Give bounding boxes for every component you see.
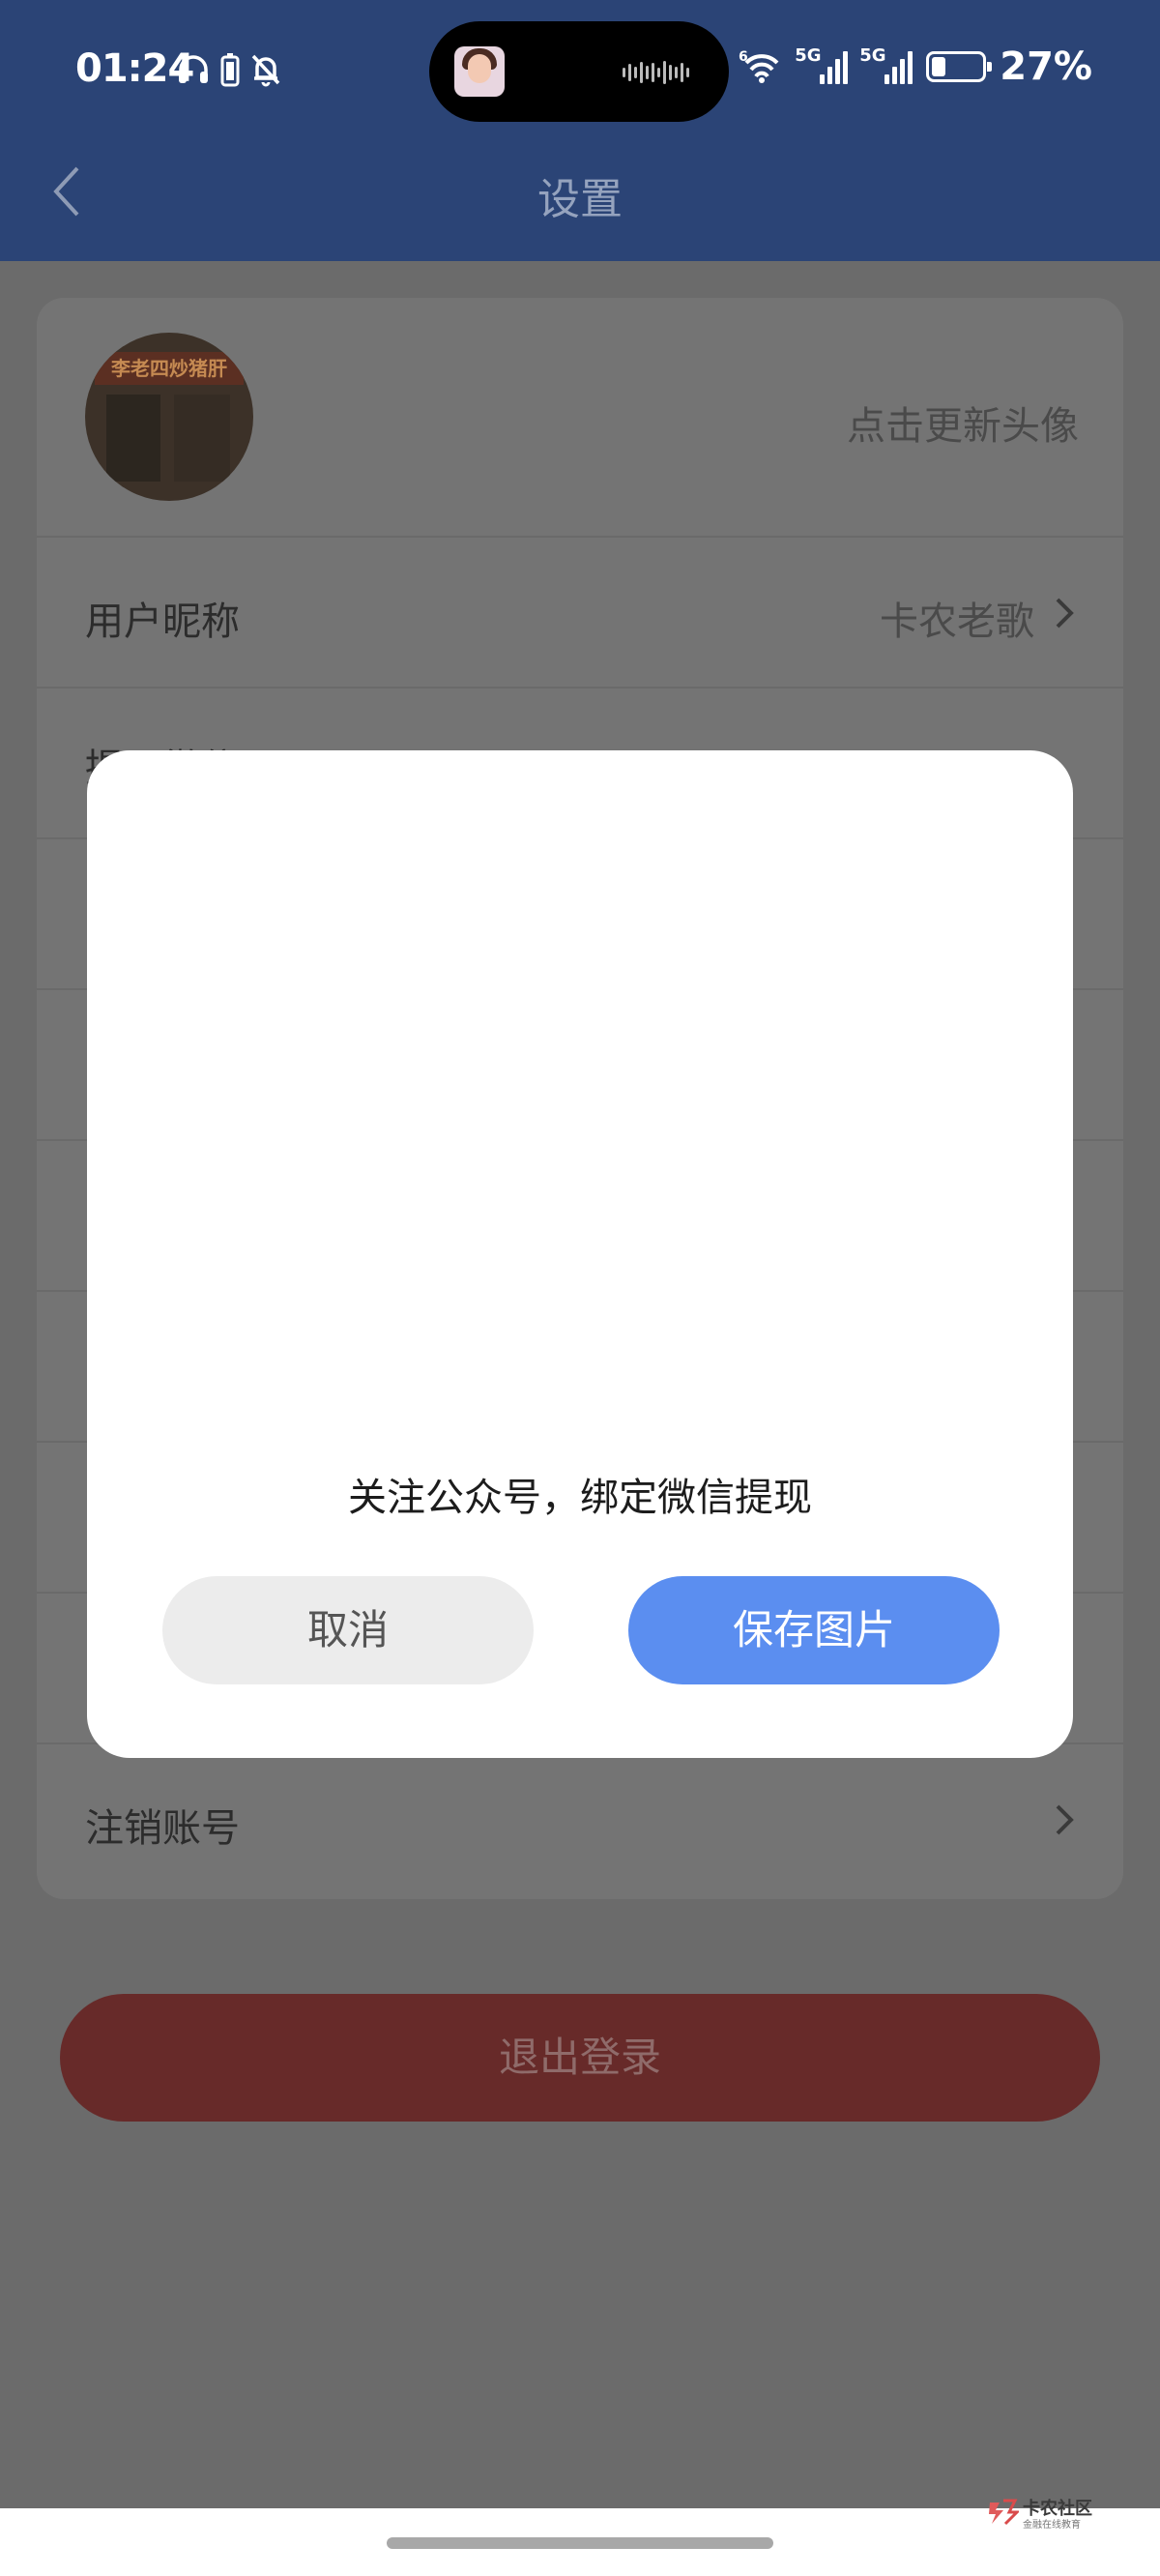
- nickname-label: 用户昵称: [85, 600, 240, 644]
- watermark: 卡农社区 金融在线教育: [986, 2493, 1112, 2532]
- battery-icon: [926, 51, 993, 82]
- bell-mute-icon: [251, 54, 280, 87]
- status-icons-right: 6 5G 5G 27%: [739, 44, 1092, 89]
- logout-button[interactable]: 退出登录: [60, 1994, 1100, 2122]
- island-app-avatar: [454, 46, 505, 97]
- battery-percentage: 27%: [1000, 44, 1092, 89]
- delete-account-row[interactable]: 注销账号: [37, 1742, 1123, 1899]
- cellular-signal-2-icon: 5G: [859, 45, 914, 84]
- dialog-message: 关注公众号，绑定微信提现: [348, 1476, 812, 1520]
- nickname-value: 卡农老歌: [880, 600, 1034, 644]
- avatar[interactable]: 李老四炒猪肝: [85, 333, 253, 501]
- update-avatar-label: 点击更新头像: [847, 404, 1079, 449]
- page-title: 设置: [537, 175, 623, 224]
- status-icons-left: [176, 52, 282, 87]
- avatar-row[interactable]: 李老四炒猪肝 点击更新头像: [37, 298, 1123, 536]
- cellular-signal-1-icon: 5G: [795, 45, 849, 84]
- headphones-icon: [179, 55, 208, 83]
- battery-saver-icon: [220, 53, 240, 87]
- save-image-button[interactable]: 保存图片: [628, 1576, 1000, 1684]
- home-indicator[interactable]: [387, 2537, 773, 2549]
- delete-account-label: 注销账号: [85, 1806, 240, 1851]
- dynamic-island[interactable]: [429, 21, 729, 122]
- avatar-sign: 李老四炒猪肝: [95, 352, 244, 385]
- app-header: 01:24 6 5G 5G 27% 设置: [0, 0, 1160, 261]
- chevron-right-icon: [1056, 598, 1074, 629]
- cancel-button[interactable]: 取消: [162, 1576, 534, 1684]
- audio-wave-icon: [623, 60, 700, 85]
- nickname-row[interactable]: 用户昵称 卡农老歌: [37, 536, 1123, 687]
- chevron-right-icon: [1056, 1804, 1074, 1835]
- follow-account-dialog: 关注公众号，绑定微信提现 取消 保存图片: [87, 750, 1073, 1758]
- watermark-subtitle: 金融在线教育: [1023, 2520, 1081, 2531]
- wifi-icon: 6: [739, 49, 779, 83]
- kanong-logo-icon: [989, 2499, 1019, 2526]
